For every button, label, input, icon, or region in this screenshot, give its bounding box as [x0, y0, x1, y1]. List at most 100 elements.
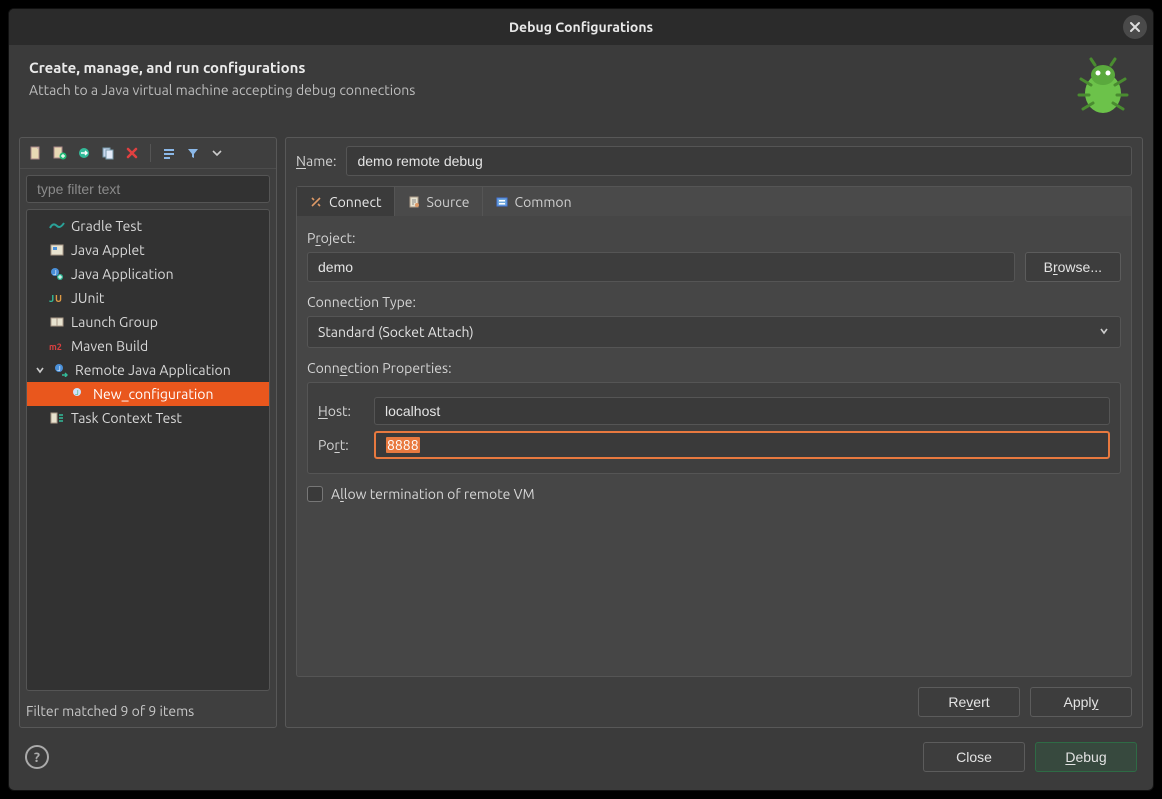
remote-java-icon: J: [71, 386, 87, 402]
allow-terminate-checkbox[interactable]: [307, 486, 323, 502]
tree-item-label: JUnit: [71, 290, 104, 306]
tree-item-task-context-test[interactable]: Task Context Test: [27, 406, 269, 430]
tree-item-label: Gradle Test: [71, 218, 142, 234]
tree-item-java-application[interactable]: J Java Application: [27, 262, 269, 286]
host-input[interactable]: [374, 397, 1110, 425]
maven-icon: m2: [49, 338, 65, 354]
debug-config-dialog: Debug Configurations Create, manage, and…: [8, 8, 1154, 791]
common-icon: [495, 195, 509, 209]
close-icon: [1129, 21, 1141, 33]
browse-project-button[interactable]: Browse...: [1025, 252, 1121, 282]
config-tree-pane: Gradle Test Java Applet J Java Applicati…: [19, 137, 277, 728]
chevron-down-icon: [1098, 324, 1110, 340]
remote-java-icon: J: [53, 362, 69, 378]
port-input[interactable]: 8888: [374, 431, 1110, 459]
tree-expander[interactable]: [33, 363, 47, 377]
svg-text:J: J: [53, 269, 56, 277]
export-icon: [77, 146, 91, 160]
collapse-icon: [162, 146, 176, 160]
connection-properties-label: Connection Properties:: [307, 360, 1121, 376]
tab-label: Connect: [329, 194, 382, 210]
titlebar: Debug Configurations: [9, 9, 1153, 45]
connection-type-select[interactable]: Standard (Socket Attach): [307, 316, 1121, 348]
tab-bar: Connect Source Common: [296, 186, 1132, 216]
tab-label: Source: [427, 194, 470, 210]
copy-icon: [101, 146, 115, 160]
tree-item-junit[interactable]: JU JUnit: [27, 286, 269, 310]
tree-item-label: Java Application: [71, 266, 174, 282]
tree-item-maven-build[interactable]: m2 Maven Build: [27, 334, 269, 358]
header-heading: Create, manage, and run configurations: [29, 59, 1069, 76]
tree-item-launch-group[interactable]: Launch Group: [27, 310, 269, 334]
task-context-icon: [49, 410, 65, 426]
config-tree[interactable]: Gradle Test Java Applet J Java Applicati…: [26, 209, 270, 691]
tree-item-label: Task Context Test: [71, 410, 182, 426]
svg-text:U: U: [55, 293, 62, 304]
window-close-button[interactable]: [1123, 15, 1147, 39]
tree-item-label: Launch Group: [71, 314, 158, 330]
source-icon: [407, 195, 421, 209]
tree-item-label: Maven Build: [71, 338, 148, 354]
tree-item-label: Remote Java Application: [75, 362, 231, 378]
window-title: Debug Configurations: [509, 19, 653, 35]
tab-source[interactable]: Source: [395, 187, 483, 216]
svg-text:J: J: [75, 389, 78, 397]
applet-icon: [49, 242, 65, 258]
apply-button[interactable]: Apply: [1030, 687, 1132, 717]
debug-button[interactable]: Debug: [1035, 742, 1137, 772]
new-config-button[interactable]: [28, 145, 44, 161]
project-input[interactable]: [307, 252, 1015, 282]
delete-button[interactable]: [124, 145, 140, 161]
new-file-icon: [29, 146, 43, 160]
debug-bug-icon: [1069, 55, 1133, 119]
launch-group-icon: [49, 314, 65, 330]
tree-item-label: Java Applet: [71, 242, 145, 258]
tab-common[interactable]: Common: [483, 187, 584, 216]
tab-label: Common: [515, 194, 572, 210]
filter-menu-button[interactable]: [209, 145, 225, 161]
allow-terminate-label: Allow termination of remote VM: [331, 486, 535, 502]
chevron-down-icon: [212, 148, 222, 158]
duplicate-button[interactable]: [100, 145, 116, 161]
tree-item-gradle-test[interactable]: Gradle Test: [27, 214, 269, 238]
gradle-icon: [49, 218, 65, 234]
new-prototype-button[interactable]: [52, 145, 68, 161]
port-label: Port:: [318, 437, 360, 453]
filter-icon: [186, 146, 200, 160]
tree-item-java-applet[interactable]: Java Applet: [27, 238, 269, 262]
junit-icon: JU: [49, 290, 65, 306]
filter-input[interactable]: [26, 175, 270, 203]
tree-item-new-configuration[interactable]: J New_configuration: [27, 382, 269, 406]
dialog-header: Create, manage, and run configurations A…: [9, 45, 1153, 127]
project-label: Project:: [307, 230, 1121, 246]
svg-text:m2: m2: [49, 342, 62, 352]
dialog-footer: ? Close Debug: [9, 728, 1153, 790]
name-input[interactable]: [346, 146, 1132, 176]
help-button[interactable]: ?: [25, 745, 49, 769]
delete-x-icon: [125, 146, 139, 160]
select-value: Standard (Socket Attach): [318, 324, 474, 340]
header-sub: Attach to a Java virtual machine accepti…: [29, 82, 1069, 98]
host-label: Host:: [318, 403, 360, 419]
filter-status: Filter matched 9 of 9 items: [20, 697, 276, 727]
connection-properties-group: Host: Port: 8888: [307, 382, 1121, 474]
new-file-plus-icon: [53, 146, 67, 160]
revert-button[interactable]: Revert: [918, 687, 1020, 717]
chevron-down-icon: [35, 365, 45, 375]
svg-text:J: J: [57, 365, 60, 373]
collapse-all-button[interactable]: [161, 145, 177, 161]
java-app-icon: J: [49, 266, 65, 282]
tree-item-label: New_configuration: [93, 386, 213, 402]
connect-icon: [309, 195, 323, 209]
tree-toolbar: [20, 138, 276, 169]
tree-item-remote-java-application[interactable]: J Remote Java Application: [27, 358, 269, 382]
filter-button[interactable]: [185, 145, 201, 161]
tab-connect-body: Project: Browse... Connection Type: Stan…: [296, 216, 1132, 677]
close-button[interactable]: Close: [923, 742, 1025, 772]
svg-text:J: J: [49, 293, 54, 304]
export-button[interactable]: [76, 145, 92, 161]
tab-connect[interactable]: Connect: [297, 187, 395, 216]
connection-type-label: Connection Type:: [307, 294, 1121, 310]
config-editor-pane: Name: Connect Source Common Project: [285, 137, 1143, 728]
name-label: Name:: [296, 153, 336, 169]
